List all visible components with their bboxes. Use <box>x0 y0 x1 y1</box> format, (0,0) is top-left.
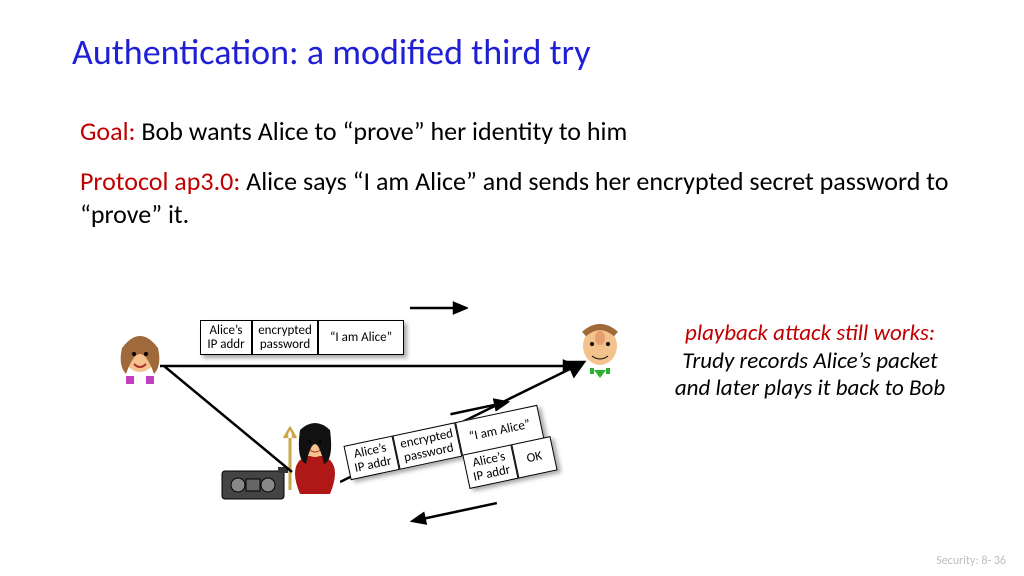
arrow-reply-back <box>410 500 500 526</box>
packet-cell: encrypted password <box>252 320 318 355</box>
diagram: Alice’s IP addr encrypted password “I am… <box>80 290 640 540</box>
note-body: Trudy records Alice’s packet and later p… <box>675 347 945 403</box>
line-intercept <box>164 360 304 480</box>
note-emphasis: playback attack still works: <box>685 319 935 347</box>
goal-text: Bob wants Alice to “prove” her identity … <box>136 115 628 147</box>
slide-title: Authentication: a modified third try <box>72 30 591 74</box>
packet-cell: “I am Alice” <box>318 320 404 355</box>
arrow-packet-forward <box>410 300 468 316</box>
attack-note: playback attack still works: Trudy recor… <box>660 320 960 403</box>
protocol-label: Protocol ap3.0: <box>80 165 240 197</box>
packet-alice: Alice’s IP addr encrypted password “I am… <box>200 320 404 355</box>
goal-line: Goal: Bob wants Alice to “prove” her ide… <box>80 115 960 148</box>
protocol-line: Protocol ap3.0: Alice says “I am Alice” … <box>80 165 960 230</box>
slide-footer: Security: 8- 36 <box>936 554 1006 568</box>
goal-label: Goal: <box>80 115 136 147</box>
packet-cell: Alice’s IP addr <box>200 320 252 355</box>
